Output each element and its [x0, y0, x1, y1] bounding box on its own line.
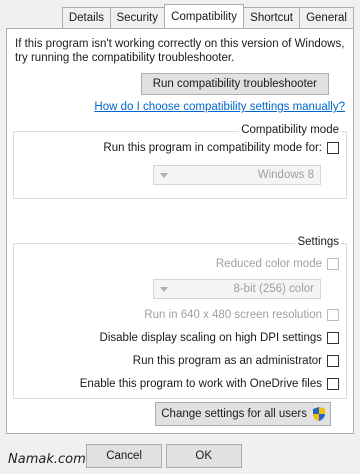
tab-shortcut[interactable]: Shortcut — [243, 7, 301, 28]
run-troubleshooter-button[interactable]: Run compatibility troubleshooter — [141, 73, 329, 95]
compatibility-mode-legend: Compatibility mode — [239, 124, 341, 136]
tab-general[interactable]: General — [299, 7, 354, 28]
manual-settings-link[interactable]: How do I choose compatibility settings m… — [94, 101, 345, 113]
compatibility-panel: If this program isn't working correctly … — [6, 28, 354, 434]
intro-text: If this program isn't working correctly … — [15, 38, 345, 64]
cancel-button[interactable]: Cancel — [86, 444, 162, 468]
chevron-down-icon — [160, 287, 168, 292]
reduced-color-checkbox[interactable]: Reduced color mode — [216, 258, 339, 270]
checkbox-box[interactable] — [327, 309, 339, 321]
checkbox-box[interactable] — [327, 355, 339, 367]
onedrive-files-checkbox[interactable]: Enable this program to work with OneDriv… — [80, 378, 339, 390]
run-as-admin-checkbox[interactable]: Run this program as an administrator — [133, 355, 339, 367]
color-depth-select[interactable]: 8-bit (256) color — [153, 279, 321, 299]
properties-window: General Shortcut Compatibility Security … — [0, 0, 360, 474]
uac-shield-icon — [312, 407, 325, 421]
settings-legend: Settings — [295, 236, 341, 248]
checkbox-box[interactable] — [327, 378, 339, 390]
ok-button[interactable]: OK — [166, 444, 242, 468]
chevron-down-icon — [160, 173, 168, 178]
disable-dpi-scaling-checkbox[interactable]: Disable display scaling on high DPI sett… — [100, 332, 339, 344]
checkbox-box[interactable] — [327, 142, 339, 154]
tab-details[interactable]: Details — [61, 7, 111, 28]
watermark-text: Namak.com — [8, 452, 86, 467]
resolution-640-checkbox[interactable]: Run in 640 x 480 screen resolution — [144, 309, 339, 321]
tab-strip: General Shortcut Compatibility Security … — [61, 4, 354, 28]
compat-mode-checkbox[interactable]: Run this program in compatibility mode f… — [103, 142, 339, 154]
checkbox-box[interactable] — [327, 258, 339, 270]
os-version-select[interactable]: Windows 8 — [153, 165, 321, 185]
change-settings-all-users-button[interactable]: Change settings for all users — [155, 402, 331, 426]
tab-compatibility[interactable]: Compatibility — [164, 4, 245, 28]
checkbox-box[interactable] — [327, 332, 339, 344]
tab-security[interactable]: Security — [109, 7, 166, 28]
